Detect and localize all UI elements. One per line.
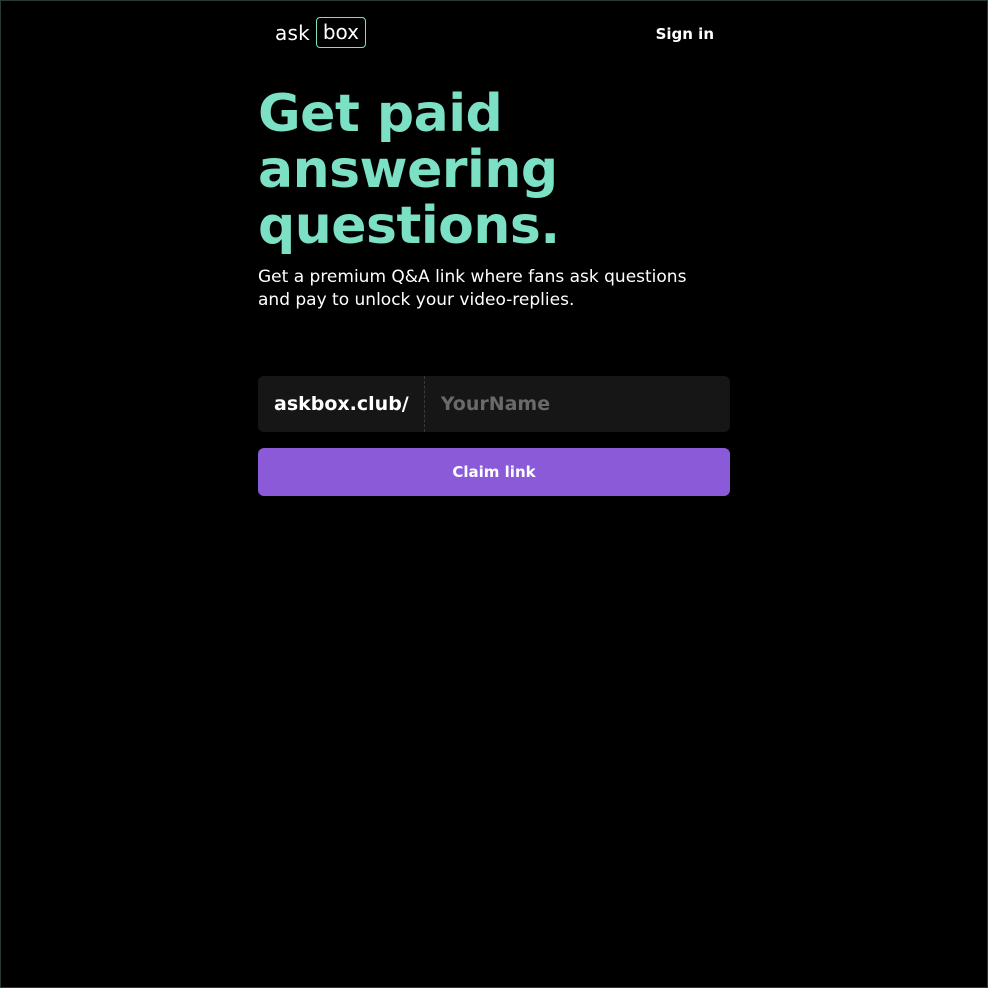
headline-line-2: answering [258,140,558,200]
username-input[interactable] [424,376,730,432]
claim-link-field: askbox.club/ [258,376,730,432]
hero-subtitle: Get a premium Q&A link where fans ask qu… [258,267,687,310]
sign-in-link[interactable]: Sign in [656,25,714,43]
hero-headline: Get paid answering questions. [258,86,730,254]
main-container: ask box Sign in Get paid answering quest… [258,0,730,496]
logo-box-text: box [315,17,367,48]
askbox-logo[interactable]: ask box [275,17,367,48]
claim-link-button[interactable]: Claim link [258,448,730,496]
logo-ask-text: ask [275,20,310,45]
domain-prefix: askbox.club/ [258,376,425,432]
headline-line-3: questions. [258,196,560,256]
top-header: ask box Sign in [258,0,730,68]
headline-line-1: Get paid [258,84,503,144]
